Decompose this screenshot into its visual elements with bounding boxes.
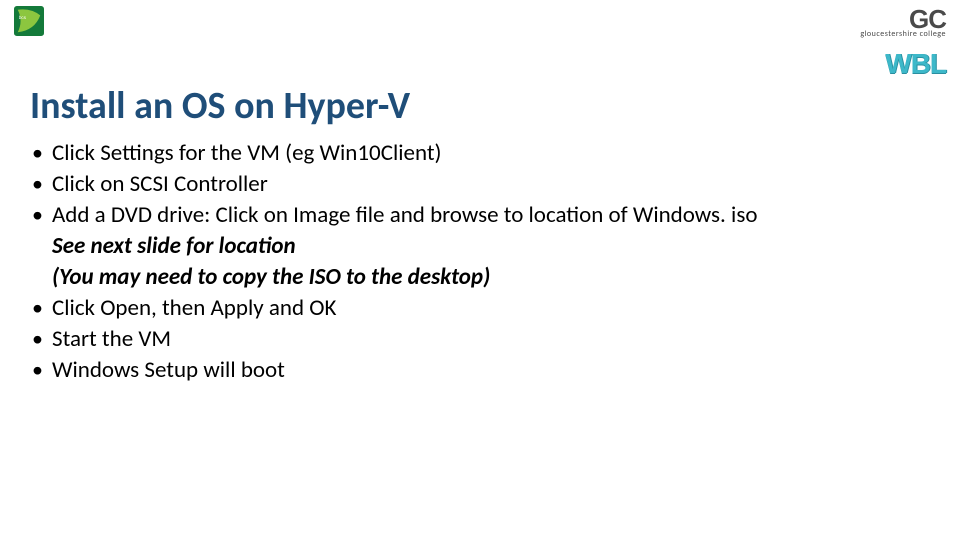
bullet-item: Click Settings for the VM (eg Win10Clien… [30,138,930,169]
bullet-subtext: (You may need to copy the ISO to the des… [52,262,930,293]
gc-logo-sub: gloucestershire college [860,30,946,38]
bullet-text: Click Open, then Apply and OK [52,294,336,322]
bullet-text: Windows Setup will boot [52,356,285,384]
wbl-logo: WBL [885,48,946,80]
bullet-item: Click Open, then Apply and OK [30,293,930,324]
bullet-item: Windows Setup will boot [30,355,930,386]
bcs-logo: bcs [14,6,44,36]
bullet-item: Start the VM [30,324,930,355]
bullet-item: Click on SCSI Controller [30,169,930,200]
slide-body: Click Settings for the VM (eg Win10Clien… [30,138,930,386]
bullet-text: Click on SCSI Controller [52,170,268,198]
svg-text:bcs: bcs [19,15,27,20]
bullet-text: Start the VM [52,325,171,353]
gc-logo: GC gloucestershire college [860,6,946,38]
bullet-text: Add a DVD drive: Click on Image file and… [52,201,757,229]
bullet-item: Add a DVD drive: Click on Image file and… [30,200,930,293]
bullet-subtext: See next slide for location [52,231,930,262]
slide-title: Install an OS on Hyper-V [30,83,410,129]
bullet-text: Click Settings for the VM (eg Win10Clien… [52,139,442,167]
